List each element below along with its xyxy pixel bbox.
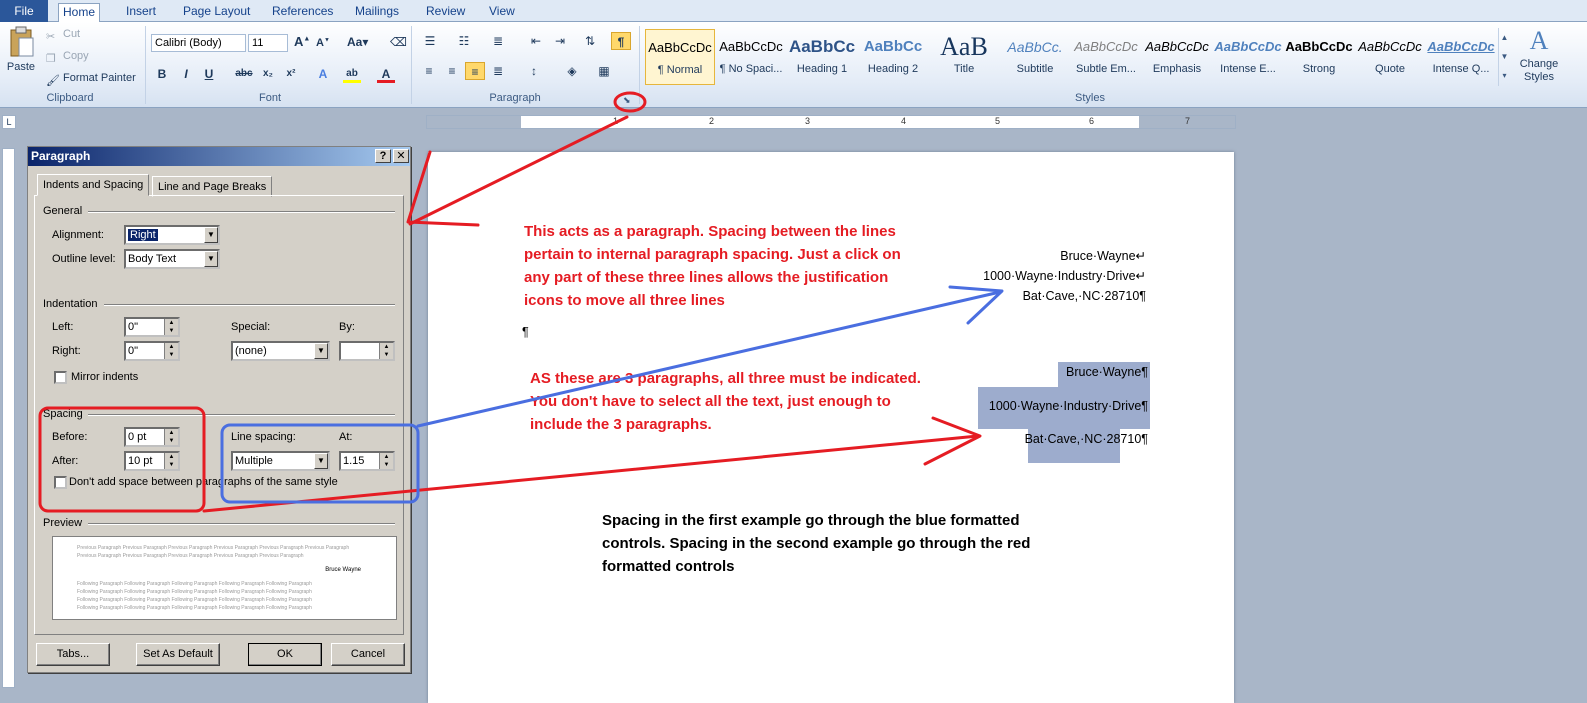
arrow-to-paragraphs: [202, 434, 980, 513]
launcher-circle: [613, 91, 647, 113]
tab-indents-and-spacing[interactable]: Indents and Spacing: [37, 174, 150, 196]
annotation-overlay: [38, 91, 1004, 513]
blue-annotation-marks: [220, 285, 1004, 504]
arrow-to-address: [416, 290, 1002, 428]
line-spacing-highlight-blue: [220, 423, 420, 504]
spacing-highlight-red: [38, 406, 206, 513]
arrow-to-dialog: [408, 115, 629, 226]
arrowhead: [406, 150, 480, 227]
red-annotation-marks: [38, 91, 982, 513]
